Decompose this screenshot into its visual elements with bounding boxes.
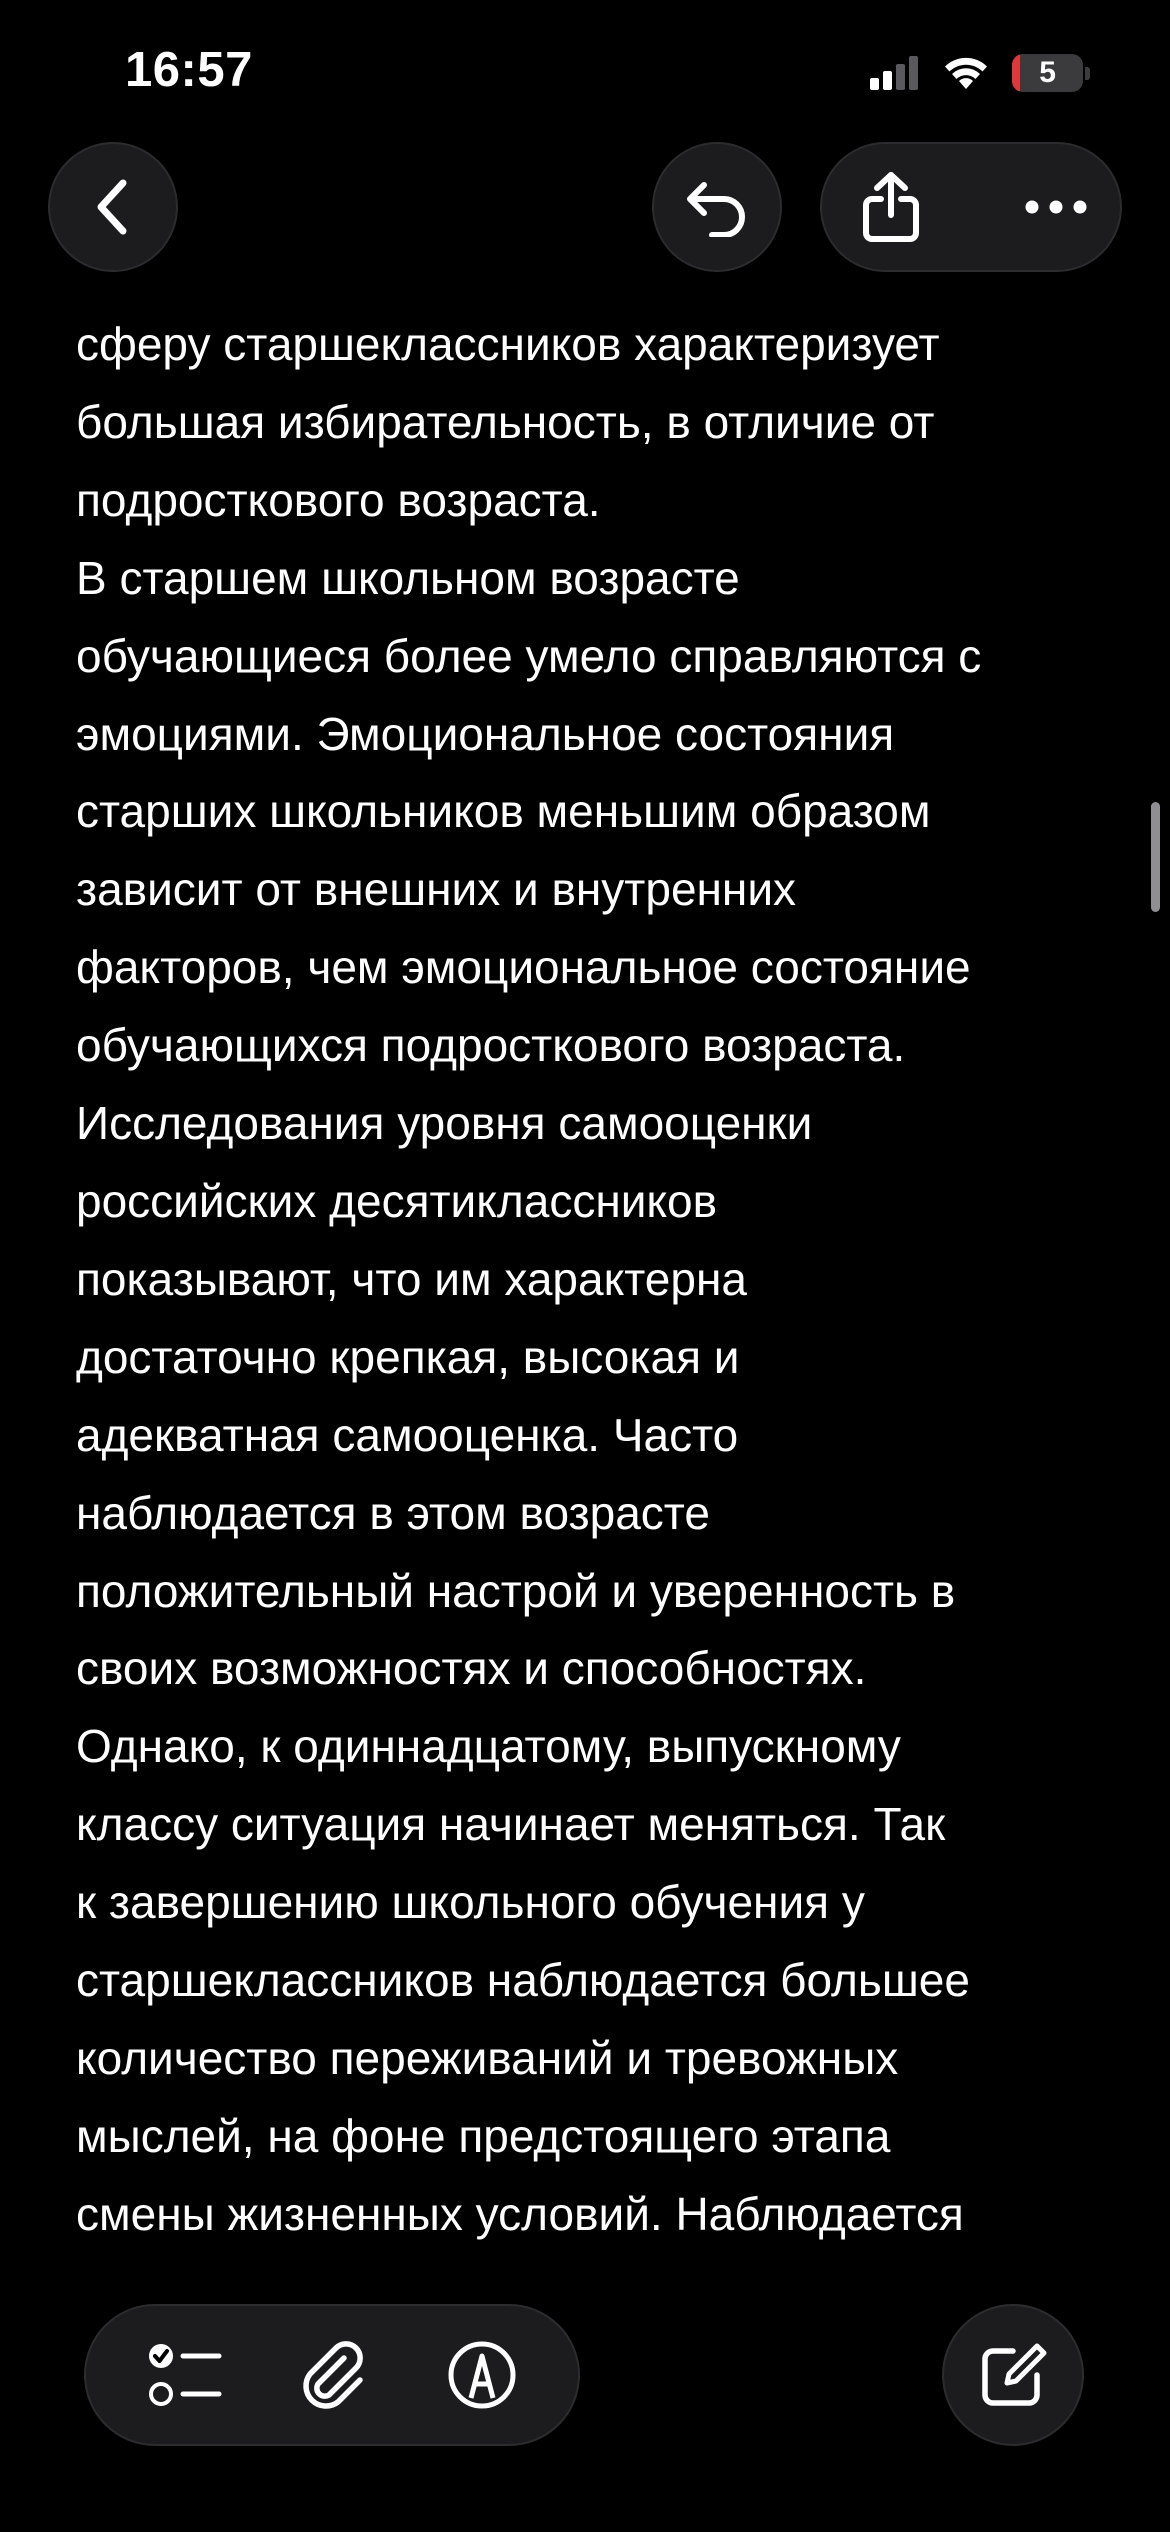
ellipsis-icon[interactable] <box>1024 199 1088 215</box>
cellular-signal-icon <box>870 56 920 90</box>
battery-fill <box>1012 54 1020 92</box>
compose-button[interactable] <box>942 2304 1084 2446</box>
share-icon[interactable] <box>860 171 922 243</box>
compose-icon <box>979 2341 1047 2409</box>
undo-icon <box>684 177 750 237</box>
battery-cap <box>1085 66 1090 80</box>
status-bar: 16:57 5 <box>0 0 1170 150</box>
status-time: 16:57 <box>125 43 253 97</box>
scroll-indicator[interactable] <box>1151 802 1160 912</box>
battery-level: 5 <box>1039 56 1056 89</box>
wifi-icon <box>942 55 990 91</box>
chevron-left-icon <box>93 177 133 237</box>
note-scroll-area[interactable]: сферу старшеклассников характеризует бол… <box>0 300 1170 2282</box>
bottom-toolbar <box>84 2304 580 2446</box>
back-button[interactable] <box>48 142 178 272</box>
battery-icon: 5 <box>1012 54 1090 92</box>
battery-body: 5 <box>1012 54 1084 92</box>
status-icons: 5 <box>870 54 1090 92</box>
paperclip-icon[interactable] <box>300 2338 370 2412</box>
note-body[interactable]: сферу старшеклассников характеризует бол… <box>76 306 1116 2254</box>
checklist-icon[interactable] <box>147 2340 223 2410</box>
undo-button[interactable] <box>652 142 782 272</box>
markup-pen-icon[interactable] <box>447 2340 517 2410</box>
note-actions-group <box>820 142 1122 272</box>
